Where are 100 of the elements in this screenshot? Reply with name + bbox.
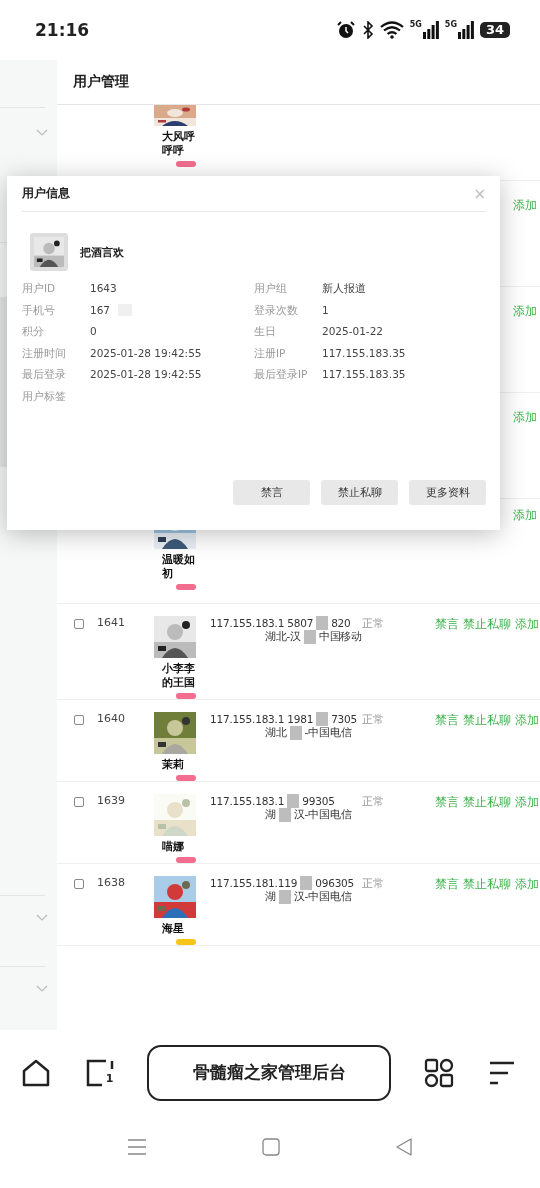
location-text: 湖北-汉 (265, 630, 301, 644)
action-link[interactable]: 禁言 (435, 712, 459, 781)
phone-number: 820 (331, 617, 351, 629)
bluetooth-icon (361, 21, 374, 39)
action-link[interactable]: 添加 (513, 507, 537, 603)
page-title: 用户管理 (73, 73, 129, 91)
user-id: 1638 (97, 876, 126, 891)
user-name: 大风呼呼呼 (162, 130, 196, 158)
field-value: 2025-01-28 19:42:55 (90, 367, 202, 382)
action-link[interactable]: 禁止私聊 (463, 616, 511, 699)
location-text: 湖 (265, 808, 276, 822)
action-link[interactable]: 禁止私聊 (463, 794, 511, 863)
field-label: 用户ID (22, 281, 57, 296)
status-text: 正常 (362, 617, 384, 630)
location-text: -中国电信 (304, 726, 352, 740)
status-text: 正常 (362, 795, 384, 808)
alarm-icon (335, 20, 356, 40)
phone-number: 5807 (287, 617, 314, 629)
ip-address: 117.155.183.1 (210, 713, 285, 725)
redaction-mark (289, 726, 302, 740)
chevron-down-icon[interactable] (36, 129, 48, 137)
action-link[interactable]: 添加 (513, 303, 537, 392)
field-label: 最后登录IP (254, 367, 309, 382)
field-value: 117.155.183.35 (322, 367, 406, 382)
signal-icon (458, 21, 474, 39)
action-button[interactable]: 禁言 (233, 480, 310, 505)
ip-address: 117.155.183.1 (210, 795, 285, 807)
action-link[interactable]: 添加 (513, 409, 537, 498)
field-label: 积分 (22, 324, 45, 339)
grid-icon[interactable] (422, 1056, 455, 1089)
field-value: 1 (322, 302, 329, 318)
action-link[interactable]: 添加 (515, 794, 539, 863)
location-text: 汉-中国电信 (293, 890, 352, 904)
network-label: 5G (409, 21, 422, 29)
location-text: 湖 (265, 890, 276, 904)
action-button[interactable]: 禁止私聊 (321, 480, 398, 505)
phone-number: 096305 (315, 877, 355, 889)
redaction-mark (287, 794, 300, 808)
action-link[interactable]: 禁言 (435, 616, 459, 699)
signal-icon (422, 21, 439, 39)
action-link[interactable]: 添加 (515, 876, 539, 945)
ip-address: 117.155.181.119 (210, 877, 298, 889)
field-label: 用户组 (254, 281, 288, 296)
field-label: 用户标签 (22, 388, 67, 404)
close-button[interactable]: × (473, 184, 486, 203)
chevron-down-icon[interactable] (36, 985, 48, 993)
field-label: 注册时间 (22, 345, 67, 361)
row-checkbox[interactable] (74, 879, 84, 889)
ip-address: 117.155.183.1 (210, 617, 285, 629)
status-text: 正常 (362, 713, 384, 726)
action-link[interactable]: 添加 (513, 197, 537, 286)
network-label: 5G (444, 21, 457, 29)
tabs-button[interactable]: 1 (83, 1056, 116, 1089)
clock-time: 21:16 (35, 20, 91, 40)
field-value: 2025-01-22 (322, 324, 384, 339)
user-id: 1639 (97, 794, 126, 809)
user-name: 小李李的王国 (162, 662, 196, 690)
field-value: 2025-01-28 19:42:55 (90, 345, 202, 361)
location-text: 中国移动 (318, 630, 362, 644)
action-link[interactable]: 添加 (515, 712, 539, 781)
phone-number: 7305 (331, 713, 358, 725)
chevron-down-icon[interactable] (36, 914, 48, 922)
redaction-mark (316, 616, 329, 630)
home-button-icon[interactable] (262, 1137, 280, 1156)
user-id: 1641 (97, 616, 126, 631)
row-checkbox[interactable] (74, 715, 84, 725)
address-bar[interactable]: 骨髓瘤之家管理后台 (147, 1044, 391, 1101)
field-label: 最后登录 (22, 367, 67, 382)
redaction-mark (304, 630, 316, 644)
battery-level: 34 (480, 22, 510, 38)
field-value: 1643 (90, 281, 117, 296)
user-name: 喵娜 (162, 840, 185, 854)
field-label: 生日 (254, 324, 277, 339)
location-text: 汉-中国电信 (293, 808, 352, 822)
row-checkbox[interactable] (74, 797, 84, 807)
row-checkbox[interactable] (74, 619, 84, 629)
action-button[interactable]: 更多资料 (409, 480, 486, 505)
field-label: 登录次数 (254, 302, 299, 318)
field-value: 167 (90, 302, 111, 318)
user-id: 1640 (97, 712, 126, 727)
field-value: 117.155.183.35 (322, 345, 406, 361)
phone-number: 99305 (302, 795, 335, 807)
user-name: 温暖如初 (162, 553, 196, 581)
action-link[interactable]: 添加 (515, 616, 539, 699)
status-text: 正常 (362, 877, 384, 890)
redaction-mark (278, 808, 291, 822)
dialog-title: 用户信息 (22, 185, 71, 202)
location-text: 湖北 (265, 726, 287, 740)
redaction-mark (278, 890, 291, 904)
action-link[interactable]: 禁止私聊 (463, 712, 511, 781)
action-link[interactable]: 禁言 (435, 876, 459, 945)
user-name: 把酒言欢 (80, 244, 124, 260)
action-link[interactable]: 禁止私聊 (463, 876, 511, 945)
wifi-icon (379, 21, 404, 39)
user-name: 茉莉 (162, 758, 185, 772)
user-name: 海星 (162, 922, 185, 936)
back-icon[interactable] (395, 1137, 413, 1156)
redaction-mark (300, 876, 313, 890)
field-value: 新人报道 (322, 281, 366, 296)
action-link[interactable]: 禁言 (435, 794, 459, 863)
